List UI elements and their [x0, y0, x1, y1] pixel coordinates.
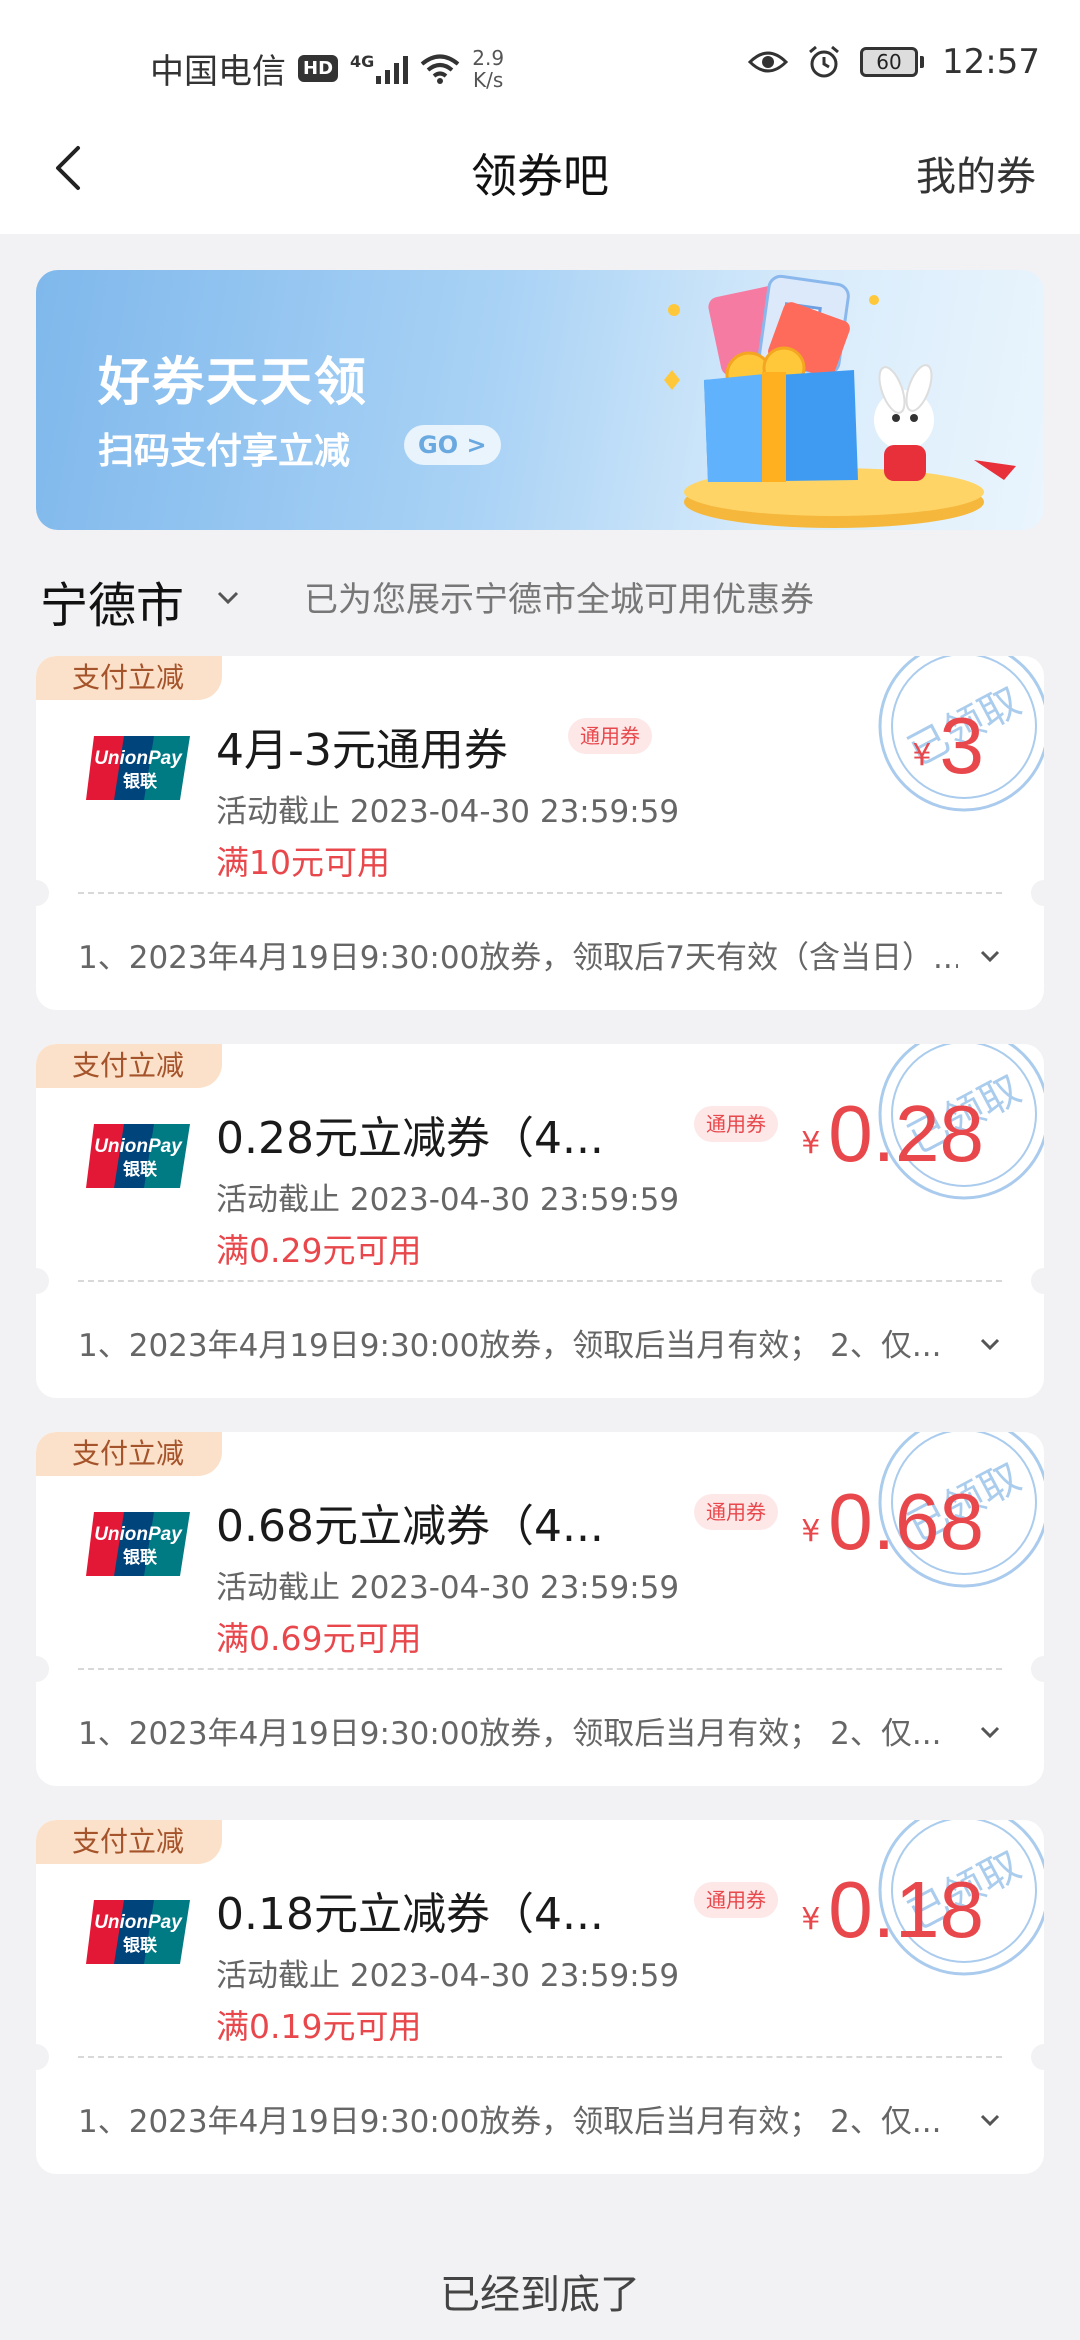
svg-text:银联: 银联 — [123, 771, 157, 792]
coupon-title: 0.28元立减券（4... — [216, 1113, 604, 1164]
coupon-amount-value: 0.28 — [828, 1089, 984, 1178]
dashed-divider — [78, 892, 1002, 894]
coupon-rules-text: 1、2023年4月19日9:30:00放券，领取后当月有效； 2、仅... — [78, 2104, 942, 2140]
svg-text:UnionPay: UnionPay — [94, 1912, 183, 1933]
end-of-list-text: 已经到底了 — [440, 2272, 640, 2318]
coupon-threshold: 满0.69元可用 — [216, 1619, 422, 1658]
ticket-notch — [1031, 2044, 1044, 2070]
network-speed-unit: K/s — [473, 67, 504, 92]
battery-icon: 60 — [860, 47, 925, 77]
battery-level: 60 — [860, 47, 919, 77]
coupon-rules-text: 1、2023年4月19日9:30:00放券，领取后当月有效； 2、仅... — [78, 1716, 942, 1752]
coupon-rules-text: 1、2023年4月19日9:30:00放券，领取后当月有效； 2、仅... — [78, 1328, 942, 1364]
coupon-rules-text: 1、2023年4月19日9:30:00放券，领取后7天有效（含当日）... — [78, 940, 958, 976]
ticket-notch — [1031, 1656, 1044, 1682]
svg-text:银联: 银联 — [123, 1547, 157, 1568]
unionpay-logo-icon: UnionPay 银联 — [86, 1124, 190, 1188]
ticket-notch — [36, 1656, 49, 1682]
nav-bar: 领券吧 我的券 — [0, 110, 1080, 234]
wifi-icon — [421, 54, 460, 84]
coupon-type-badge: 通用券 — [694, 1882, 778, 1918]
coupon-threshold: 满0.29元可用 — [216, 1231, 422, 1270]
hd-icon: HD — [298, 55, 339, 82]
svg-text:银联: 银联 — [123, 1935, 157, 1956]
coupon-amount: ¥0.18 — [801, 1864, 984, 1956]
chevron-down-icon[interactable] — [976, 1718, 1004, 1746]
banner-title: 好券天天领 — [98, 353, 369, 413]
coupon-deadline: 活动截止 2023-04-30 23:59:59 — [216, 1182, 680, 1218]
carrier-name: 中国电信 — [150, 52, 286, 92]
city-hint: 已为您展示宁德市全城可用优惠券 — [304, 580, 814, 620]
status-bar-right: 60 12:57 — [748, 42, 1040, 82]
banner-subtitle: 扫码支付享立减 — [98, 431, 351, 472]
network-speed: 2.9 K/s — [472, 47, 504, 91]
svg-text:UnionPay: UnionPay — [94, 1136, 183, 1157]
coupon-amount-value: 0.68 — [828, 1477, 984, 1566]
coupon-deadline: 活动截止 2023-04-30 23:59:59 — [216, 1958, 680, 1994]
svg-text:UnionPay: UnionPay — [94, 1524, 183, 1545]
unionpay-logo-icon: UnionPay 银联 — [86, 1512, 190, 1576]
coupon-card[interactable]: 支付立减 UnionPay 银联 0.28元立减券（4... 通用券 活动截止 … — [36, 1044, 1044, 1398]
city-selector[interactable]: 宁德市 — [40, 566, 184, 636]
currency-symbol: ¥ — [801, 1514, 821, 1549]
ticket-notch — [36, 880, 49, 906]
coupon-deadline: 活动截止 2023-04-30 23:59:59 — [216, 1570, 680, 1606]
clock: 12:57 — [942, 42, 1040, 82]
ticket-notch — [36, 1268, 49, 1294]
network-speed-value: 2.9 — [472, 45, 505, 70]
chevron-down-icon[interactable] — [976, 1330, 1004, 1358]
ticket-notch — [1031, 880, 1044, 906]
coupon-card[interactable]: 支付立减 UnionPay 银联 0.68元立减券（4... 通用券 活动截止 … — [36, 1432, 1044, 1786]
my-coupons-button[interactable]: 我的券 — [916, 144, 1036, 202]
dashed-divider — [78, 1668, 1002, 1670]
coupon-threshold: 满0.19元可用 — [216, 2007, 422, 2046]
coupon-amount: ¥0.68 — [801, 1476, 984, 1568]
coupon-tag: 支付立减 — [36, 1044, 223, 1088]
banner-go-button[interactable]: GO > — [404, 425, 501, 465]
coupon-amount: ¥3 — [912, 700, 984, 792]
unionpay-logo-icon: UnionPay 银联 — [86, 736, 190, 800]
svg-text:银联: 银联 — [123, 1159, 157, 1180]
coupon-deadline: 活动截止 2023-04-30 23:59:59 — [216, 794, 680, 830]
coupon-title: 0.18元立减券（4... — [216, 1889, 604, 1940]
coupon-card[interactable]: 支付立减 UnionPay 银联 4月-3元通用券 通用券 活动截止 2023-… — [36, 656, 1044, 1010]
network-type: 4G — [350, 51, 375, 71]
coupon-type-badge: 通用券 — [694, 1106, 778, 1142]
unionpay-logo-icon: UnionPay 银联 — [86, 1900, 190, 1964]
chevron-down-icon[interactable] — [214, 584, 242, 612]
coupon-amount: ¥0.28 — [801, 1088, 984, 1180]
coupon-title: 4月-3元通用券 — [216, 725, 508, 776]
currency-symbol: ¥ — [912, 738, 932, 773]
coupon-amount-value: 3 — [939, 701, 985, 790]
status-bar-left: 中国电信 HD 4G 2.9 K/s — [150, 44, 504, 93]
alarm-icon — [809, 45, 839, 78]
currency-symbol: ¥ — [801, 1126, 821, 1161]
ticket-notch — [1031, 1268, 1044, 1294]
dashed-divider — [78, 1280, 1002, 1282]
ticket-notch — [36, 2044, 49, 2070]
svg-text:UnionPay: UnionPay — [94, 748, 183, 769]
dashed-divider — [78, 2056, 1002, 2058]
gift-box-illustration — [664, 274, 1016, 528]
coupon-card[interactable]: 支付立减 UnionPay 银联 0.18元立减券（4... 通用券 活动截止 … — [36, 1820, 1044, 2174]
promo-banner[interactable]: 好券天天领 扫码支付享立减 GO > — [36, 270, 1044, 530]
currency-symbol: ¥ — [801, 1902, 821, 1937]
coupon-threshold: 满10元可用 — [216, 843, 390, 882]
coupon-type-badge: 通用券 — [694, 1494, 778, 1530]
coupon-tag: 支付立减 — [36, 1432, 223, 1476]
coupon-amount-value: 0.18 — [828, 1865, 984, 1954]
eye-icon — [748, 51, 789, 73]
coupon-type-badge: 通用券 — [568, 718, 652, 754]
coupon-tag: 支付立减 — [36, 656, 223, 700]
chevron-down-icon[interactable] — [976, 942, 1004, 970]
coupon-tag: 支付立减 — [36, 1820, 223, 1864]
chevron-down-icon[interactable] — [976, 2106, 1004, 2134]
signal-icon: 4G — [350, 51, 409, 84]
coupon-title: 0.68元立减券（4... — [216, 1501, 604, 1552]
